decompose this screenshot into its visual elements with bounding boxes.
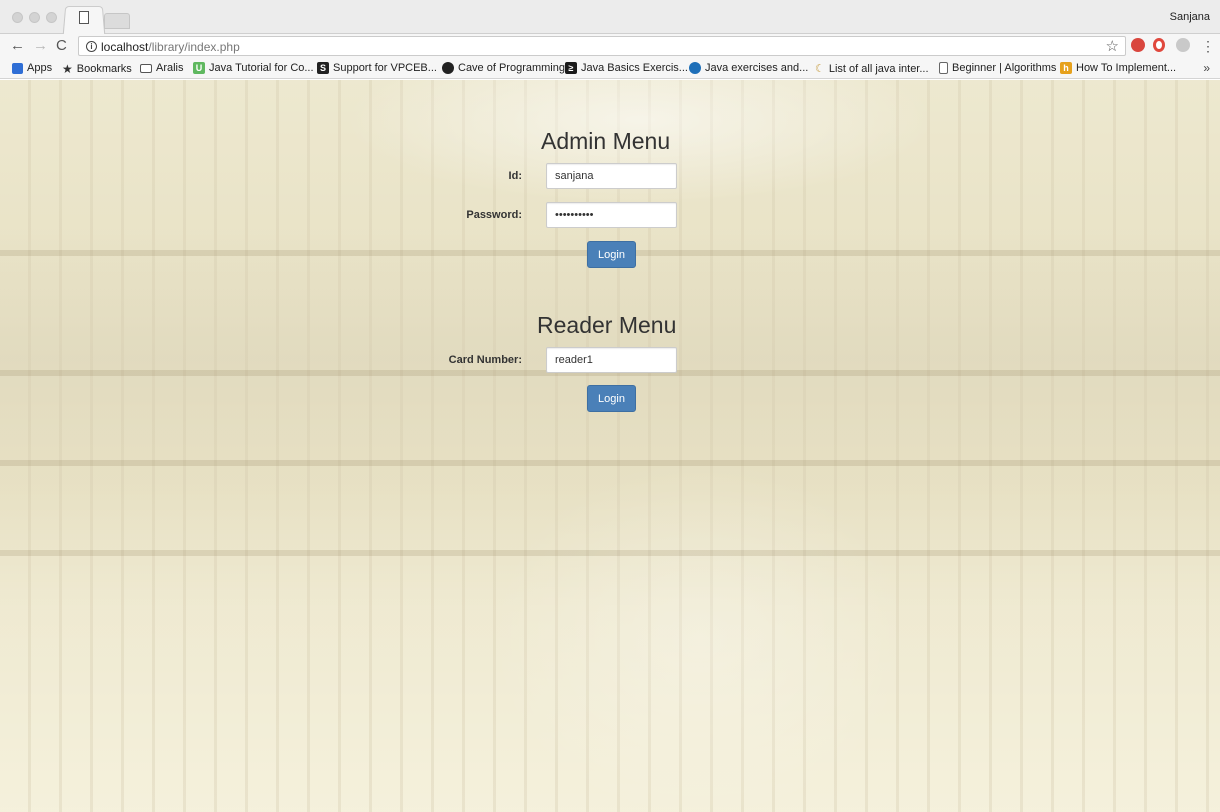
- yin-yang-icon: [442, 62, 454, 74]
- bookmark-bookmarks[interactable]: ★ Bookmarks: [62, 62, 132, 76]
- star-icon: ★: [62, 62, 73, 76]
- shelf-divider: [0, 460, 1220, 466]
- reader-login-button[interactable]: Login: [587, 385, 636, 412]
- more-bookmarks-button[interactable]: »: [1203, 61, 1210, 75]
- new-tab-button[interactable]: [104, 13, 130, 29]
- bookmark-label: Aralis: [156, 62, 184, 74]
- admin-id-label: Id:: [508, 170, 522, 182]
- url-path: /library/index.php: [148, 40, 240, 54]
- admin-password-label: Password:: [466, 209, 522, 221]
- reader-card-number-input[interactable]: [546, 347, 677, 373]
- bookmark-label: Support for VPCEB...: [333, 62, 437, 74]
- bookmark-java-tutorial[interactable]: U Java Tutorial for Co...: [193, 62, 314, 74]
- opera-extension-icon[interactable]: [1153, 38, 1165, 52]
- bookmark-cave-of-programming[interactable]: Cave of Programming: [442, 62, 565, 74]
- reader-card-number-label: Card Number:: [448, 354, 522, 366]
- url-host: localhost: [101, 40, 149, 54]
- shelf-divider: [0, 550, 1220, 556]
- compass-icon: [689, 62, 701, 74]
- admin-id-input[interactable]: [546, 163, 677, 189]
- extension-icon[interactable]: [1176, 38, 1190, 52]
- library-background-image: [0, 80, 1220, 812]
- address-bar[interactable]: i localhost/library/index.php ☆: [78, 36, 1126, 56]
- bookmark-label: How To Implement...: [1076, 62, 1177, 74]
- admin-password-input[interactable]: [546, 202, 677, 228]
- bookmark-icon: h: [1060, 62, 1072, 74]
- bookmarks-bar: Apps ★ Bookmarks Aralis U Java Tutorial …: [0, 58, 1220, 79]
- reload-icon[interactable]: C: [56, 37, 67, 55]
- menu-kebab-icon[interactable]: ⋮: [1201, 37, 1215, 55]
- udemy-icon: U: [193, 62, 205, 74]
- moon-icon: ☾: [815, 63, 825, 75]
- bookmark-label: Cave of Programming: [458, 62, 565, 74]
- bookmark-support-vpceb[interactable]: S Support for VPCEB...: [317, 62, 437, 74]
- admin-menu-heading: Admin Menu: [541, 128, 671, 154]
- info-icon[interactable]: i: [86, 41, 97, 52]
- back-arrow-icon[interactable]: ←: [10, 37, 25, 55]
- reader-menu-heading: Reader Menu: [537, 312, 677, 338]
- minimize-window-button[interactable]: [29, 12, 40, 23]
- bookmark-label: Bookmarks: [76, 63, 132, 75]
- apps-grid-icon: [12, 62, 23, 74]
- bookmark-label: List of all java inter...: [828, 62, 929, 75]
- bookmark-label: Java Basics Exercis...: [581, 62, 688, 74]
- bookmark-apps[interactable]: Apps: [12, 62, 52, 74]
- window-titlebar: Sanjana: [0, 0, 1220, 36]
- bookmark-how-to-implement[interactable]: h How To Implement...: [1060, 62, 1176, 74]
- profile-name[interactable]: Sanjana: [1170, 11, 1210, 23]
- zoom-window-button[interactable]: [46, 12, 57, 23]
- bookmark-java-basics[interactable]: ≥ Java Basics Exercis...: [565, 62, 688, 74]
- adblock-extension-icon[interactable]: [1131, 38, 1145, 52]
- bookmark-label: Java Tutorial for Co...: [209, 62, 314, 74]
- close-window-button[interactable]: [12, 12, 23, 23]
- browser-toolbar: ← → C i localhost/library/index.php ☆ ⋮: [0, 34, 1220, 58]
- page-icon: [939, 62, 948, 74]
- bookmark-java-exercises[interactable]: Java exercises and...: [689, 62, 808, 74]
- bookmark-aralis[interactable]: Aralis: [140, 62, 184, 74]
- s-icon: S: [317, 62, 329, 74]
- bookmark-list-java-interview[interactable]: ☾ List of all java inter...: [815, 62, 929, 76]
- admin-login-button[interactable]: Login: [587, 241, 636, 268]
- bookmark-label: Apps: [27, 62, 53, 74]
- page-viewport: Admin Menu Id: Password: Login Reader Me…: [0, 80, 1220, 812]
- exercise-icon: ≥: [565, 62, 577, 74]
- bookmark-label: Beginner | Algorithms: [952, 62, 1057, 74]
- bookmark-label: Java exercises and...: [705, 62, 809, 74]
- forward-arrow-icon[interactable]: →: [33, 37, 48, 55]
- address-url[interactable]: localhost/library/index.php: [101, 40, 240, 54]
- folder-icon: [140, 63, 152, 73]
- bookmark-star-icon[interactable]: ☆: [1106, 37, 1119, 55]
- bookmark-beginner-algorithms[interactable]: Beginner | Algorithms: [939, 62, 1056, 74]
- page-icon: [79, 11, 89, 24]
